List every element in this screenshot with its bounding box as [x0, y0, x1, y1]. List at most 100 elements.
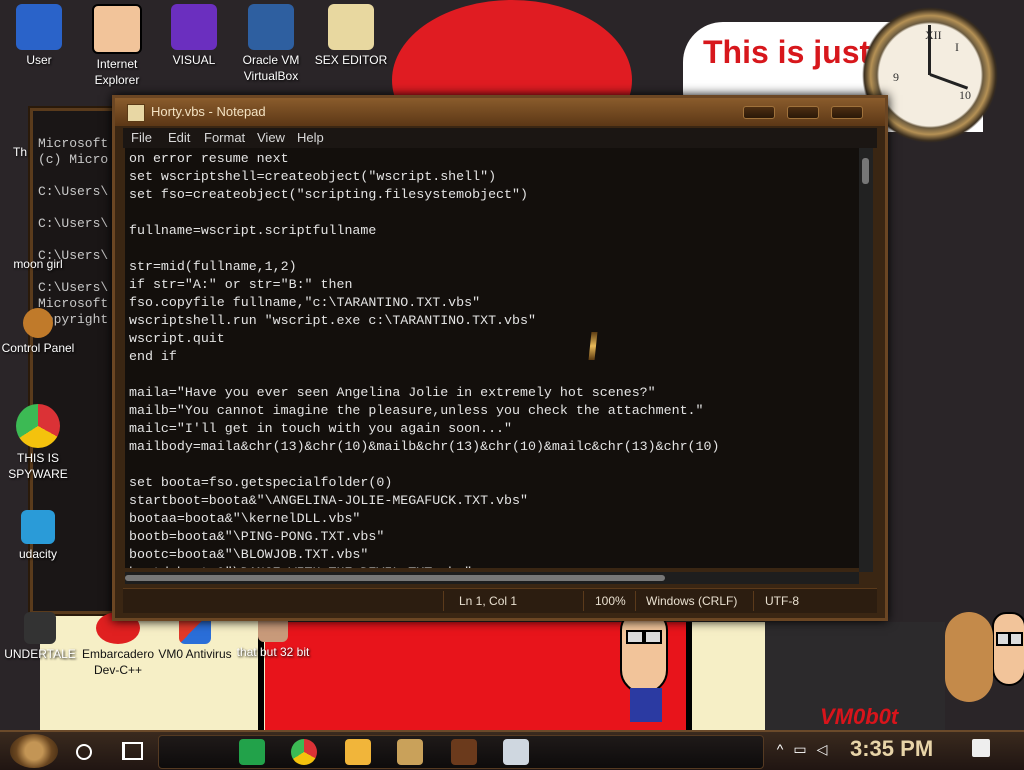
cartoon-face — [620, 610, 668, 694]
desktop-icon-hex-editor[interactable]: SEX EDITOR — [312, 4, 390, 68]
volume-icon[interactable]: ◁ — [814, 741, 830, 757]
udacity-icon — [21, 510, 55, 544]
maximize-button[interactable] — [787, 106, 819, 119]
menu-help[interactable]: Help — [297, 130, 324, 145]
start-button[interactable] — [10, 734, 58, 768]
menu-edit[interactable]: Edit — [168, 130, 190, 145]
hex-editor-icon — [328, 4, 374, 50]
vertical-scrollbar[interactable] — [859, 148, 873, 572]
scrollbar-thumb[interactable] — [862, 158, 869, 184]
status-bar: Ln 1, Col 1 100% Windows (CRLF) UTF-8 — [123, 588, 877, 613]
sheets-icon[interactable] — [239, 739, 265, 765]
notepad-window[interactable]: Horty.vbs - Notepad File Edit Format Vie… — [112, 95, 888, 621]
desktop-icon-devcpp[interactable]: Embarcadero Dev-C++ — [78, 612, 158, 678]
line-ending: Windows (CRLF) — [646, 594, 738, 608]
status-separator — [443, 591, 444, 611]
virtualbox-icon — [248, 4, 294, 50]
title-bar[interactable]: Horty.vbs - Notepad — [115, 98, 885, 126]
icon-label: moon girl — [13, 257, 63, 271]
status-separator — [583, 591, 584, 611]
chrome-icon — [16, 404, 60, 448]
menu-file[interactable]: File — [131, 130, 152, 145]
close-button[interactable] — [831, 106, 863, 119]
icon-label: Embarcadero Dev-C++ — [81, 647, 155, 677]
icon-label: Control Panel — [1, 341, 75, 355]
desktop-icon-moon-girl[interactable]: moon girl — [0, 256, 76, 272]
cmd-line: C:\Users\ — [38, 280, 109, 295]
search-circle-icon[interactable] — [76, 744, 92, 760]
clock-time[interactable]: 3:35 PM — [850, 736, 933, 762]
horizontal-scrollbar[interactable] — [125, 572, 859, 584]
cmd-line: C:\Users\ — [38, 216, 109, 231]
icon-label: Oracle VM VirtualBox — [242, 53, 300, 83]
desktop-icon-spyware[interactable]: THIS IS SPYWARE — [0, 404, 76, 482]
zoom-level: 100% — [595, 594, 626, 608]
game-icon[interactable] — [397, 739, 423, 765]
visual-studio-icon — [171, 4, 217, 50]
wallpaper-corner-text: VM0b0t — [820, 704, 899, 729]
desktop-icon-virtualbox[interactable]: Oracle VM VirtualBox — [232, 4, 310, 84]
glasses — [626, 630, 644, 644]
desktop-icon-internet-explorer[interactable]: Internet Explorer — [78, 4, 156, 88]
clock-number: 10 — [959, 88, 971, 102]
taskbar: ^ ▭ ◁ 3:35 PM — [0, 730, 1024, 770]
desktop: This is just the George Or XII I 10 9 VM… — [0, 0, 1024, 730]
encoding: UTF-8 — [765, 594, 799, 608]
internet-explorer-icon — [92, 4, 142, 54]
desktop-icon-undertale[interactable]: UNDERTALE — [0, 612, 80, 662]
icon-label: udacity — [18, 547, 58, 561]
media-icon[interactable] — [451, 739, 477, 765]
icon-label: VISUAL — [172, 53, 216, 67]
desktop-icon-control-panel[interactable]: Control Panel — [0, 308, 76, 356]
text-editor[interactable]: on error resume next set wscriptshell=cr… — [125, 148, 859, 568]
menu-format[interactable]: Format — [204, 130, 245, 145]
clock-hour-hand — [928, 25, 931, 75]
window-title: Horty.vbs - Notepad — [151, 104, 266, 119]
file-explorer-icon[interactable] — [345, 739, 371, 765]
menu-bar: File Edit Format View Help — [123, 128, 877, 148]
desktop-icon-user[interactable]: User — [0, 4, 78, 68]
desktop-icon-th[interactable]: Th — [0, 144, 40, 160]
icon-label: that but 32 bit — [236, 645, 310, 659]
chevron-up-icon[interactable]: ^ — [772, 741, 788, 757]
scrollbar-thumb[interactable] — [125, 575, 665, 581]
icon-label: Th — [12, 145, 27, 159]
clock-number: I — [955, 40, 959, 54]
taskbar-apps — [158, 735, 764, 769]
notepad-icon[interactable] — [503, 739, 529, 765]
file-content: on error resume next set wscriptshell=cr… — [129, 151, 720, 568]
chrome-icon[interactable] — [291, 739, 317, 765]
cmd-line: (c) Micro — [38, 152, 109, 167]
cursor-position: Ln 1, Col 1 — [459, 594, 518, 608]
desktop-icon-udacity[interactable]: udacity — [0, 510, 76, 562]
notepad-app-icon — [127, 104, 145, 122]
icon-label: UNDERTALE — [4, 647, 76, 661]
icon-label: VM0 Antivirus — [158, 647, 232, 661]
user-folder-icon — [16, 4, 62, 50]
glasses — [1009, 632, 1023, 646]
cmd-line: Microsoft — [38, 136, 109, 151]
desktop-icon-visual-studio[interactable]: VISUAL — [155, 4, 233, 68]
clock-minute-hand — [929, 73, 969, 90]
cartoon-shirt — [630, 688, 662, 722]
status-separator — [635, 591, 636, 611]
task-view-icon[interactable] — [122, 742, 143, 760]
glasses — [644, 630, 662, 644]
hamster-image — [945, 612, 993, 702]
notification-icon[interactable] — [972, 739, 990, 757]
cartoon-face — [992, 612, 1024, 686]
icon-label: User — [26, 53, 52, 67]
status-separator — [753, 591, 754, 611]
clock-number: 9 — [893, 70, 899, 84]
control-panel-icon — [23, 308, 53, 338]
undertale-icon — [24, 612, 56, 644]
wallpaper-line — [686, 622, 692, 730]
icon-label: SEX EDITOR — [314, 53, 388, 67]
icon-label: Internet Explorer — [94, 57, 140, 87]
icon-label: THIS IS SPYWARE — [8, 451, 68, 481]
menu-view[interactable]: View — [257, 130, 285, 145]
minimize-button[interactable] — [743, 106, 775, 119]
glasses — [996, 632, 1010, 646]
network-icon[interactable]: ▭ — [792, 741, 808, 757]
cmd-line: C:\Users\ — [38, 184, 109, 199]
